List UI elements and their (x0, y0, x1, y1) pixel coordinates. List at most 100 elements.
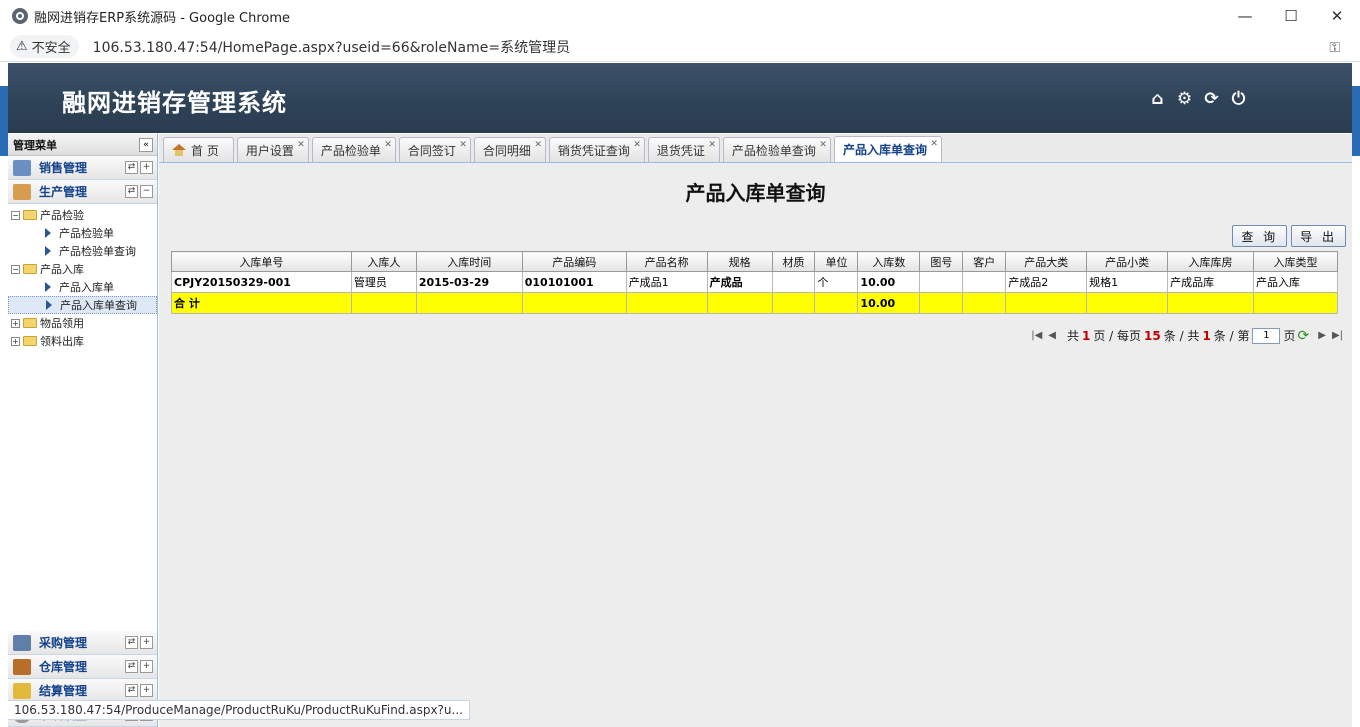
cell: 产成品1 (625, 271, 708, 293)
pager-text: 共 (1066, 329, 1079, 343)
plus-icon[interactable]: + (11, 336, 20, 346)
title-bar: 融网进销存ERP系统源码 - Google Chrome — ☐ ✕ (0, 0, 1360, 32)
col-header[interactable]: 入库单号 (171, 251, 352, 272)
close-icon[interactable]: ✕ (633, 140, 641, 150)
app-header: 融网进销存管理系统 ⌂ ⚙ ⟳ ⏻ (8, 63, 1352, 133)
key-icon[interactable]: ⚿ (1329, 40, 1340, 56)
tree-folder-warehousing[interactable]: − 产品入库 (8, 260, 157, 278)
main-panel: 首 页 用户设置 ✕ 产品检验单 ✕ 合同签订 ✕ 合同明细 ✕ 销货凭证查询 ✕ 退货凭… (159, 134, 1352, 727)
tree-label: 领料出库 (40, 335, 84, 348)
col-header[interactable]: 入库数 (857, 251, 921, 272)
tab-home[interactable]: 首 页 (163, 137, 234, 162)
cell: 管理员 (350, 271, 417, 293)
close-icon[interactable]: ✕ (459, 140, 467, 150)
query-button[interactable]: 查 询 (1232, 225, 1288, 247)
close-button[interactable]: ✕ (1314, 0, 1360, 32)
minus-icon[interactable]: − (11, 210, 20, 220)
refresh-icon[interactable]: ⟳ (1202, 89, 1221, 109)
tree-folder-inspection[interactable]: − 产品检验 (8, 206, 157, 224)
close-icon[interactable]: ✕ (819, 140, 827, 150)
export-button[interactable]: 导 出 (1291, 225, 1346, 247)
refresh-icon[interactable]: ⇄ (125, 185, 138, 198)
close-icon[interactable]: ✕ (708, 140, 716, 150)
expand-icon[interactable]: + (140, 684, 153, 697)
maximize-button[interactable]: ☐ (1268, 0, 1314, 32)
page-title: 产品入库单查询 (685, 181, 826, 205)
tab-contract-detail[interactable]: 合同明细 ✕ (473, 137, 546, 162)
power-icon[interactable]: ⏻ (1229, 89, 1248, 109)
tab-inspection-form[interactable]: 产品检验单 ✕ (311, 137, 396, 162)
group-warehouse[interactable]: 仓库管理 ⇄ + (8, 655, 157, 679)
minus-icon[interactable]: − (11, 264, 20, 274)
tab-contract-sign[interactable]: 合同签订 ✕ (398, 137, 471, 162)
table-row[interactable]: CPJY20150329-001 管理员 2015-03-29 01010100… (171, 271, 1338, 293)
group-purchase[interactable]: 采购管理 ⇄ + (8, 631, 157, 655)
tree-item-inspection-query[interactable]: 产品检验单查询 (8, 242, 157, 260)
prev-page-icon[interactable]: ◀ (1048, 330, 1056, 341)
col-header[interactable]: 入库人 (350, 251, 417, 272)
group-sales[interactable]: 销售管理 ⇄ + (8, 156, 157, 180)
col-header[interactable]: 入库类型 (1253, 251, 1338, 272)
tab-label: 销货凭证查询 (557, 143, 630, 158)
app-title: 融网进销存管理系统 (62, 89, 287, 117)
close-icon[interactable]: ✕ (534, 140, 542, 150)
refresh-icon[interactable]: ⇄ (125, 161, 138, 174)
tab-user-settings[interactable]: 用户设置 ✕ (236, 137, 309, 162)
arrow-icon (46, 300, 52, 310)
tree-folder-requisition[interactable]: + 物品领用 (8, 314, 157, 332)
tab-label: 退货凭证 (656, 143, 705, 158)
expand-icon[interactable]: + (140, 660, 153, 673)
close-icon[interactable]: ✕ (297, 140, 305, 150)
minimize-button[interactable]: — (1222, 0, 1268, 32)
gear-icon[interactable]: ⚙ (1175, 89, 1194, 109)
tree-item-warehousing-query[interactable]: 产品入库单查询 (8, 296, 157, 314)
refresh-icon[interactable]: ⇄ (125, 636, 138, 649)
group-production[interactable]: 生产管理 ⇄ − (8, 180, 157, 204)
next-page-icon[interactable]: ▶ (1318, 330, 1326, 341)
first-page-icon[interactable]: |◀ (1031, 330, 1042, 341)
col-header[interactable]: 材质 (771, 251, 816, 272)
tab-label: 合同明细 (482, 143, 531, 158)
chrome-favicon-icon (12, 8, 28, 24)
cell: 10.00 (857, 271, 921, 293)
url-text[interactable]: 106.53.180.47:54/HomePage.aspx?useid=66&… (93, 37, 570, 57)
tab-content: 产品入库单查询 查 询 导 出 入库单号 入库人 入库时间 产品编码 产品名称 … (159, 163, 1352, 727)
tab-warehousing-query[interactable]: 产品入库单查询 ✕ (833, 136, 942, 162)
collapse-icon[interactable]: − (140, 185, 153, 198)
close-icon[interactable]: ✕ (384, 140, 392, 150)
tab-return-voucher[interactable]: 退货凭证 ✕ (647, 137, 720, 162)
col-header[interactable]: 单位 (814, 251, 859, 272)
tab-inspection-query[interactable]: 产品检验单查询 ✕ (722, 137, 831, 162)
last-page-icon[interactable]: ▶| (1332, 330, 1343, 341)
expand-icon[interactable]: + (140, 161, 153, 174)
col-header[interactable]: 规格 (706, 251, 773, 272)
col-header[interactable]: 产品小类 (1086, 251, 1169, 272)
plus-icon[interactable]: + (11, 318, 20, 328)
refresh-icon[interactable]: ⇄ (125, 660, 138, 673)
address-bar: ⚠ 不安全 106.53.180.47:54/HomePage.aspx?use… (0, 32, 1360, 62)
col-header[interactable]: 客户 (962, 251, 1007, 272)
folder-icon (23, 210, 37, 220)
expand-icon[interactable]: + (140, 636, 153, 649)
erp-app: 融网进销存管理系统 ⌂ ⚙ ⟳ ⏻ 管理菜单 « 销售管理 ⇄ + 生产管理 ⇄ − (8, 63, 1352, 727)
tree-label: 产品入库 (40, 263, 84, 276)
close-icon[interactable]: ✕ (930, 139, 938, 149)
page-number-input[interactable] (1252, 327, 1281, 344)
refresh-icon[interactable]: ⟳ (1298, 328, 1310, 344)
col-header[interactable]: 产品编码 (521, 251, 627, 272)
home-icon[interactable]: ⌂ (1148, 89, 1167, 109)
col-header[interactable]: 产品名称 (625, 251, 708, 272)
refresh-icon[interactable]: ⇄ (125, 684, 138, 697)
col-header[interactable]: 入库库房 (1167, 251, 1254, 272)
arrow-icon (45, 228, 51, 238)
col-header[interactable]: 产品大类 (1005, 251, 1088, 272)
tree-item-inspection-form[interactable]: 产品检验单 (8, 224, 157, 242)
collapse-sidebar-button[interactable]: « (139, 137, 153, 152)
tree-item-warehousing-form[interactable]: 产品入库单 (8, 278, 157, 296)
security-indicator[interactable]: ⚠ 不安全 (10, 35, 79, 58)
group-label: 仓库管理 (39, 660, 88, 674)
col-header[interactable]: 图号 (919, 251, 964, 272)
tab-sales-voucher-query[interactable]: 销货凭证查询 ✕ (548, 137, 645, 162)
col-header[interactable]: 入库时间 (415, 251, 523, 272)
tree-folder-material-out[interactable]: + 领料出库 (8, 332, 157, 350)
